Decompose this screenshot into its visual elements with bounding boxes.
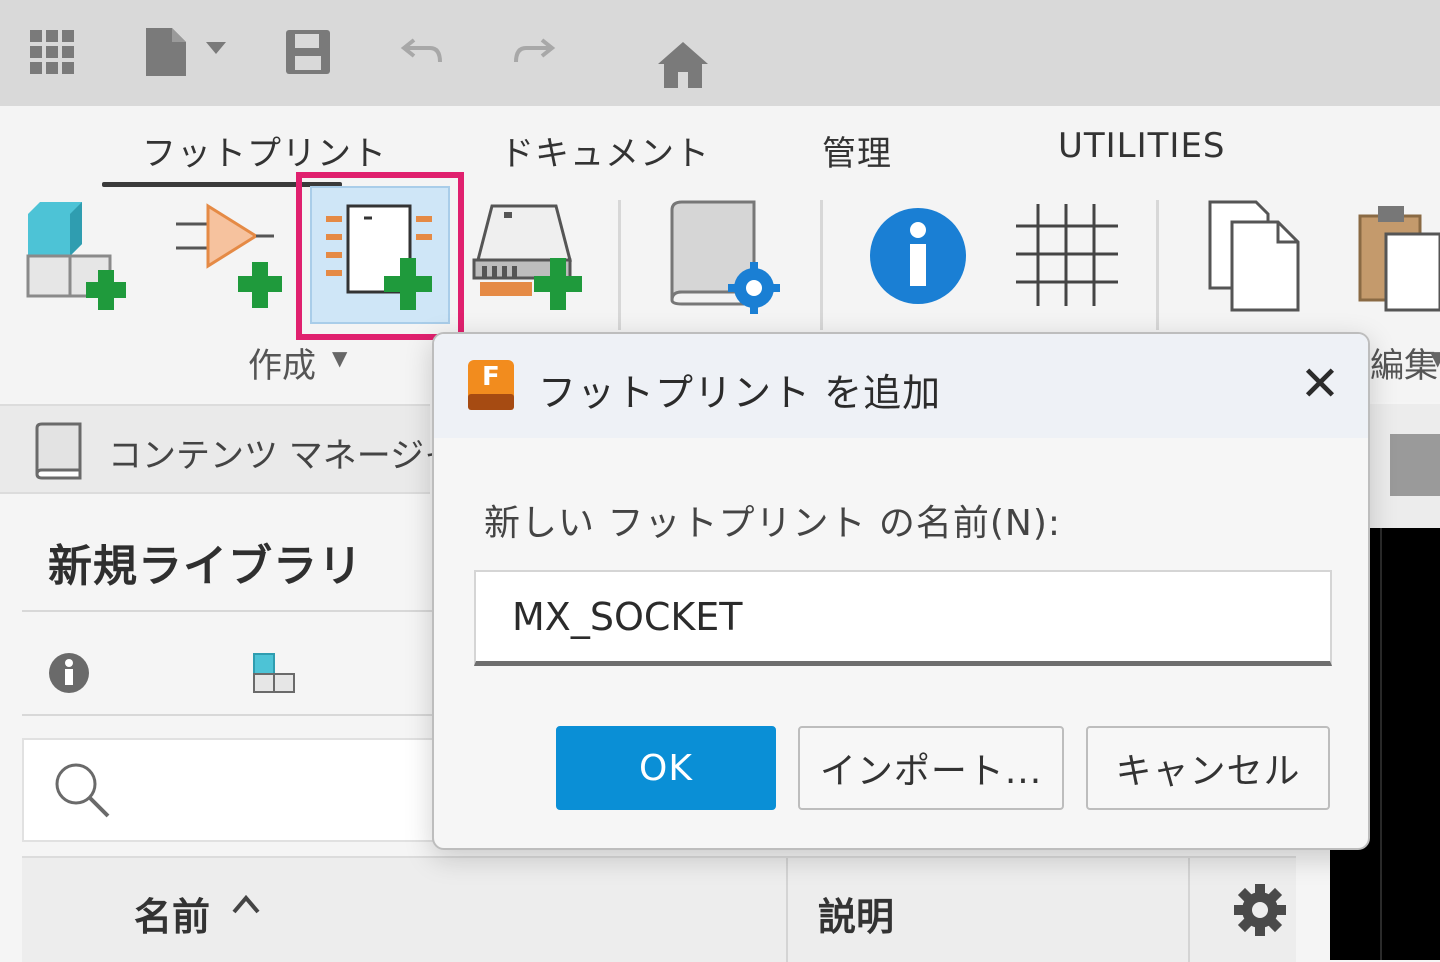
dialog-title-bar[interactable]: F フットプリント を追加 ✕ bbox=[434, 334, 1368, 438]
tab-document[interactable]: ドキュメント bbox=[500, 126, 710, 175]
settings-gear-icon[interactable] bbox=[1232, 882, 1288, 942]
new-package-icon[interactable] bbox=[470, 200, 590, 320]
quick-access-toolbar bbox=[0, 0, 1440, 106]
canvas-tool-button[interactable] bbox=[1390, 434, 1440, 496]
create-group-label[interactable]: 作成 bbox=[248, 338, 316, 387]
column-divider bbox=[1188, 858, 1190, 962]
dialog-title: フットプリント を追加 bbox=[538, 371, 942, 415]
canvas-grid-line bbox=[1380, 528, 1382, 960]
app-badge-letter: F bbox=[482, 362, 500, 392]
sort-ascending-icon[interactable] bbox=[230, 892, 262, 920]
column-divider bbox=[786, 858, 788, 962]
ribbon-separator bbox=[618, 200, 621, 330]
file-icon[interactable] bbox=[144, 26, 234, 82]
info-icon[interactable] bbox=[868, 206, 968, 310]
column-header-name[interactable]: 名前 bbox=[134, 886, 210, 941]
component-icon[interactable] bbox=[252, 652, 298, 698]
library-title: 新規ライブラリ bbox=[48, 541, 363, 592]
footprint-name-label: 新しい フットプリント の名前(N): bbox=[484, 503, 1062, 544]
caret-down-icon[interactable]: ▼ bbox=[1430, 346, 1440, 370]
ribbon-separator bbox=[820, 200, 823, 330]
new-component-icon[interactable] bbox=[26, 200, 142, 320]
grid-icon[interactable] bbox=[1014, 202, 1120, 312]
app-grid-icon[interactable] bbox=[30, 30, 74, 78]
tab-manage[interactable]: 管理 bbox=[822, 126, 892, 175]
column-header-description[interactable]: 説明 bbox=[818, 886, 894, 941]
info-icon[interactable] bbox=[48, 652, 90, 698]
fusion-app-icon: F bbox=[468, 360, 516, 416]
copy-icon[interactable] bbox=[1206, 198, 1306, 318]
tab-utilities[interactable]: UTILITIES bbox=[1058, 126, 1226, 166]
ok-button[interactable]: OK bbox=[556, 726, 776, 810]
table-header: 名前 説明 bbox=[22, 856, 1296, 962]
caret-down-icon[interactable]: ▼ bbox=[332, 346, 347, 370]
import-button[interactable]: インポート... bbox=[798, 726, 1064, 810]
search-icon bbox=[52, 760, 112, 824]
ribbon-separator bbox=[1156, 200, 1159, 330]
close-icon[interactable]: ✕ bbox=[1292, 356, 1348, 412]
book-icon bbox=[34, 422, 84, 484]
paste-icon[interactable] bbox=[1356, 198, 1440, 318]
search-input[interactable] bbox=[22, 738, 434, 842]
redo-icon[interactable] bbox=[512, 36, 556, 70]
edit-group-label[interactable]: 編集 bbox=[1370, 338, 1438, 387]
divider bbox=[22, 610, 434, 612]
cancel-button[interactable]: キャンセル bbox=[1086, 726, 1330, 810]
new-footprint-icon[interactable] bbox=[320, 200, 440, 320]
content-manager-label: コンテンツ マネージャ bbox=[108, 436, 457, 476]
tab-footprint[interactable]: フットプリント bbox=[142, 126, 387, 175]
footprint-name-input[interactable] bbox=[474, 570, 1332, 666]
content-manager-bar[interactable]: コンテンツ マネージャ bbox=[0, 404, 456, 494]
home-icon[interactable] bbox=[656, 40, 710, 94]
add-footprint-dialog: F フットプリント を追加 ✕ 新しい フットプリント の名前(N): OK イ… bbox=[432, 332, 1370, 850]
library-settings-icon[interactable] bbox=[666, 200, 786, 320]
divider bbox=[22, 714, 434, 716]
new-symbol-icon[interactable] bbox=[174, 200, 290, 320]
undo-icon[interactable] bbox=[400, 36, 444, 70]
save-icon[interactable] bbox=[286, 30, 330, 78]
